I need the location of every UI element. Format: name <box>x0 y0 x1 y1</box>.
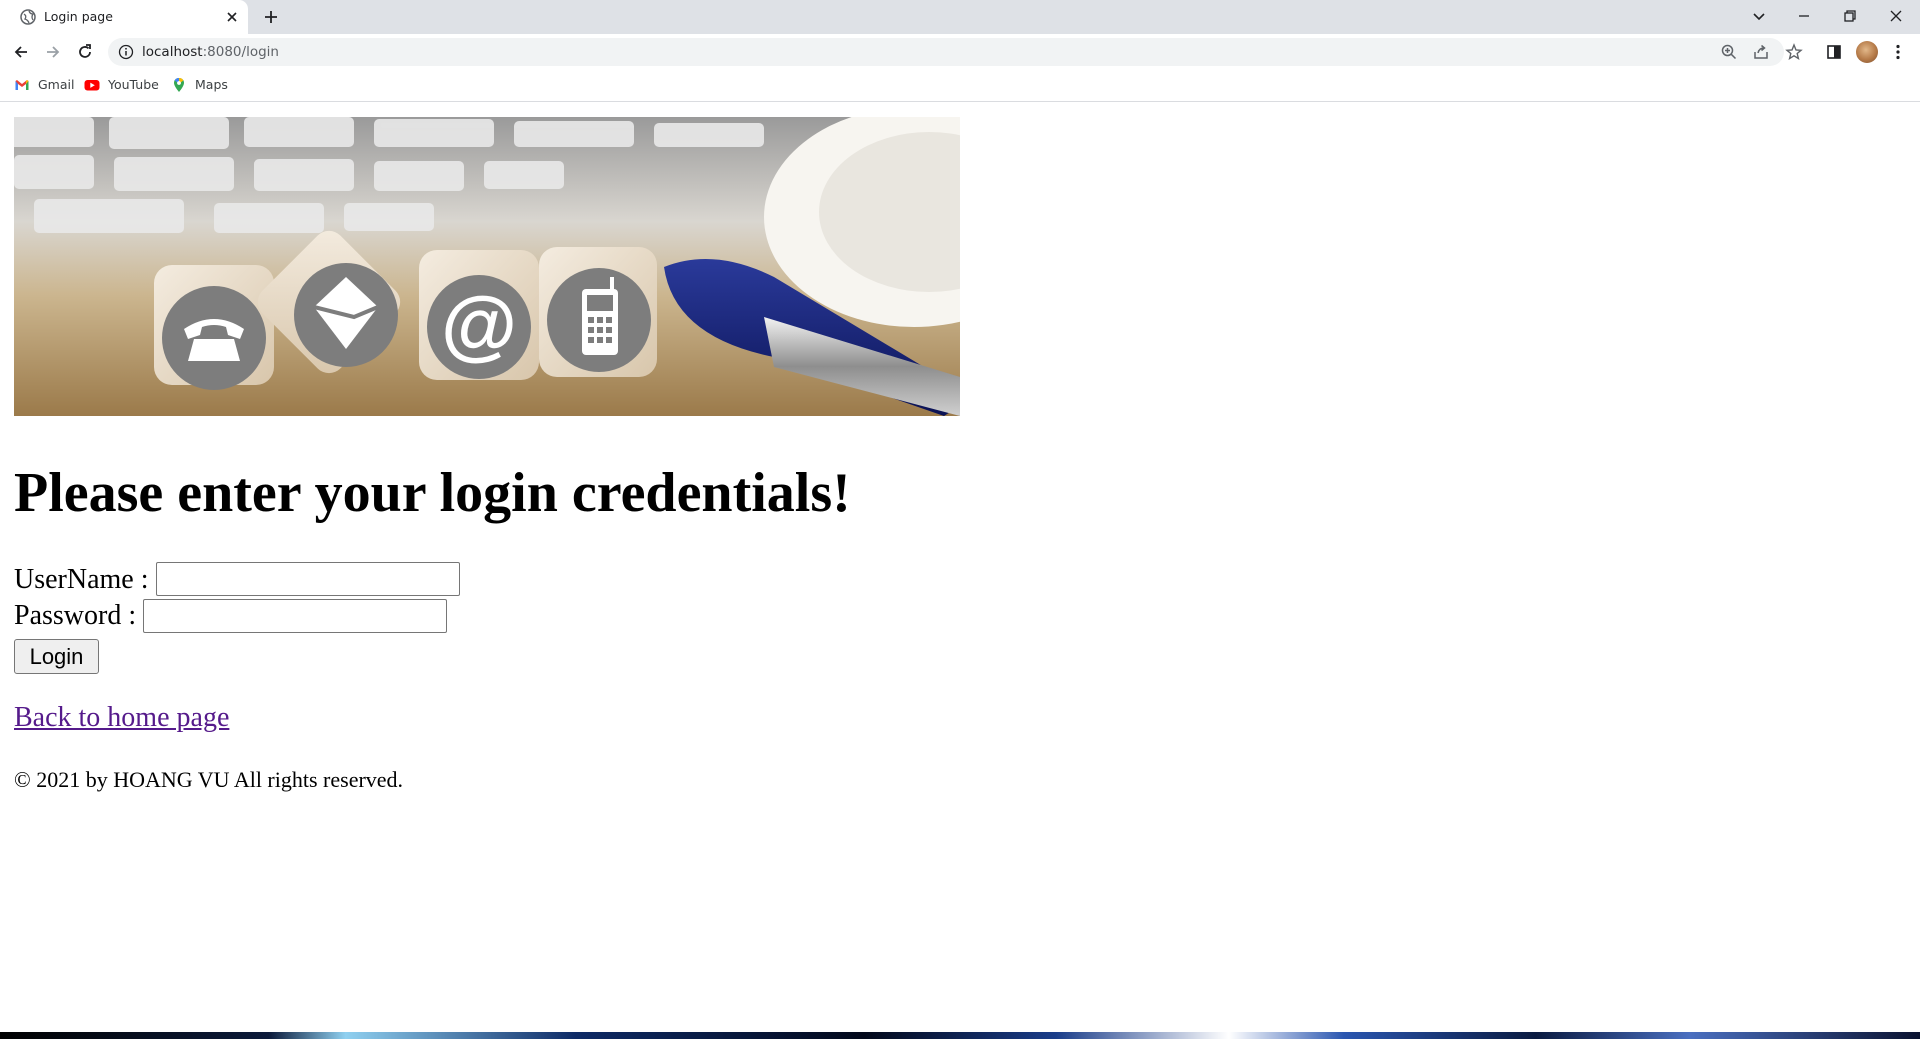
login-button[interactable]: Login <box>14 639 99 674</box>
contact-banner-image: @ <box>14 117 960 416</box>
profile-avatar[interactable] <box>1856 41 1878 63</box>
globe-icon <box>20 9 36 25</box>
share-icon[interactable] <box>1752 43 1770 61</box>
back-arrow-icon[interactable] <box>11 42 31 62</box>
url-path: :8080/login <box>202 44 279 60</box>
reload-icon[interactable] <box>75 42 95 62</box>
gmail-icon <box>15 80 29 90</box>
restore-icon[interactable] <box>1840 6 1860 26</box>
maps-icon <box>174 78 184 92</box>
bookmark-gmail[interactable]: Gmail <box>14 76 74 94</box>
browser-tab-strip: Login page <box>0 0 1920 34</box>
site-info-icon[interactable] <box>118 44 134 60</box>
address-bar[interactable]: localhost:8080/login <box>108 38 1803 66</box>
svg-text:@: @ <box>441 280 517 368</box>
username-label: UserName : <box>14 564 149 595</box>
zoom-icon[interactable] <box>1720 43 1738 61</box>
youtube-icon <box>84 80 100 91</box>
page-title: Please enter your login credentials! <box>14 462 851 524</box>
url-text: localhost:8080/login <box>142 44 279 60</box>
tab-search-chevron-icon[interactable] <box>1749 6 1769 26</box>
side-panel-icon[interactable] <box>1824 42 1844 62</box>
browser-toolbar: localhost:8080/login <box>0 34 1920 70</box>
username-input[interactable] <box>156 562 460 596</box>
browser-tab[interactable]: Login page <box>0 0 248 34</box>
copyright-footer: © 2021 by HOANG VU All rights reserved. <box>14 767 404 792</box>
close-window-icon[interactable] <box>1886 6 1906 26</box>
password-label: Password : <box>14 600 137 631</box>
bookmark-label: Gmail <box>38 77 75 92</box>
bookmarks-bar: Gmail YouTube Maps <box>0 70 1920 102</box>
forward-arrow-icon[interactable] <box>43 42 63 62</box>
back-to-home-link[interactable]: Back to home page <box>14 701 229 735</box>
minimize-icon[interactable] <box>1794 6 1814 26</box>
desktop-wallpaper-strip <box>0 1032 1920 1039</box>
at-sign-icon: @ <box>441 280 517 368</box>
bookmark-label: YouTube <box>108 77 159 92</box>
close-tab-icon[interactable] <box>224 9 240 25</box>
url-host: localhost <box>142 44 203 60</box>
tab-title: Login page <box>44 9 113 24</box>
new-tab-icon[interactable] <box>262 8 280 26</box>
banner-picture: @ <box>14 117 960 416</box>
bookmark-maps[interactable]: Maps <box>171 76 231 94</box>
more-menu-icon[interactable] <box>1888 42 1908 62</box>
bookmark-label: Maps <box>195 77 228 92</box>
bookmark-youtube[interactable]: YouTube <box>84 76 160 94</box>
bookmark-star-icon[interactable] <box>1785 43 1803 61</box>
password-input[interactable] <box>143 599 447 633</box>
